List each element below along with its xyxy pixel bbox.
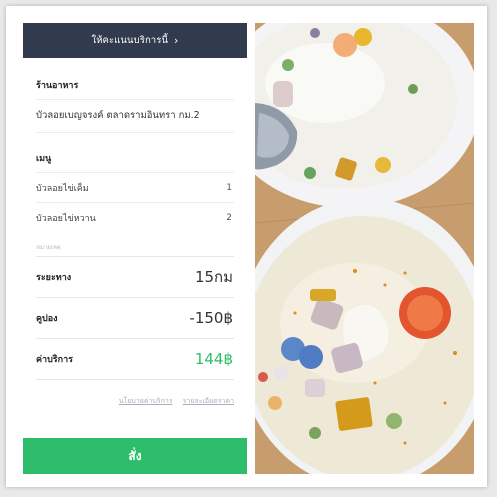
pricing-policy-link[interactable]: นโยบายค่าบริการ <box>119 396 173 407</box>
coupon-row[interactable]: คูปอง -150฿ <box>36 298 234 339</box>
distance-value: 15กม <box>194 268 233 286</box>
fee-value: 144฿ <box>194 350 233 368</box>
rate-service-header[interactable]: ให้คะแนนบริการนี้ › <box>23 23 247 58</box>
order-panel: ให้คะแนนบริการนี้ › ร้านอาหาร บัวลอยเบญจ… <box>23 23 247 474</box>
price-details-link[interactable]: รายละเอียดราคา <box>183 396 234 407</box>
chevron-right-icon: › <box>174 34 179 47</box>
menu-item-qty: 1 <box>226 182 232 193</box>
menu-item-qty: 2 <box>226 212 232 223</box>
food-photo <box>255 23 474 474</box>
restaurant-section-label: ร้านอาหาร <box>36 81 79 91</box>
menu-item-name: บัวลอยไข่หวาน <box>36 213 96 224</box>
order-details: ร้านอาหาร บัวลอยเบญจรงค์ ตลาดรามอินทรา ก… <box>23 78 247 407</box>
fee-label: ค่าบริการ <box>36 355 73 365</box>
rate-service-title: ให้คะแนนบริการนี้ <box>91 35 169 46</box>
restaurant-name: บัวลอยเบญจรงค์ ตลาดรามอินทรา กม.2 <box>36 99 234 133</box>
coupon-value: -150฿ <box>189 309 233 327</box>
order-button[interactable]: สั่ง <box>23 438 247 474</box>
menu-item: บัวลอยไข่หวาน 2 <box>36 202 234 232</box>
faded-note: หมายเหตุ <box>36 244 61 250</box>
menu-section-label: เมนู <box>36 154 52 164</box>
coupon-label: คูปอง <box>36 314 58 324</box>
distance-label: ระยะทาง <box>36 273 72 283</box>
menu-item-name: บัวลอยไข่เค็ม <box>36 183 89 194</box>
policy-links: นโยบายค่าบริการ รายละเอียดราคา <box>36 396 234 407</box>
food-photo-illustration <box>255 23 474 474</box>
menu-item: บัวลอยไข่เค็ม 1 <box>36 172 234 202</box>
distance-row: ระยะทาง 15กม <box>36 257 234 298</box>
fee-row: ค่าบริการ 144฿ <box>36 339 234 380</box>
